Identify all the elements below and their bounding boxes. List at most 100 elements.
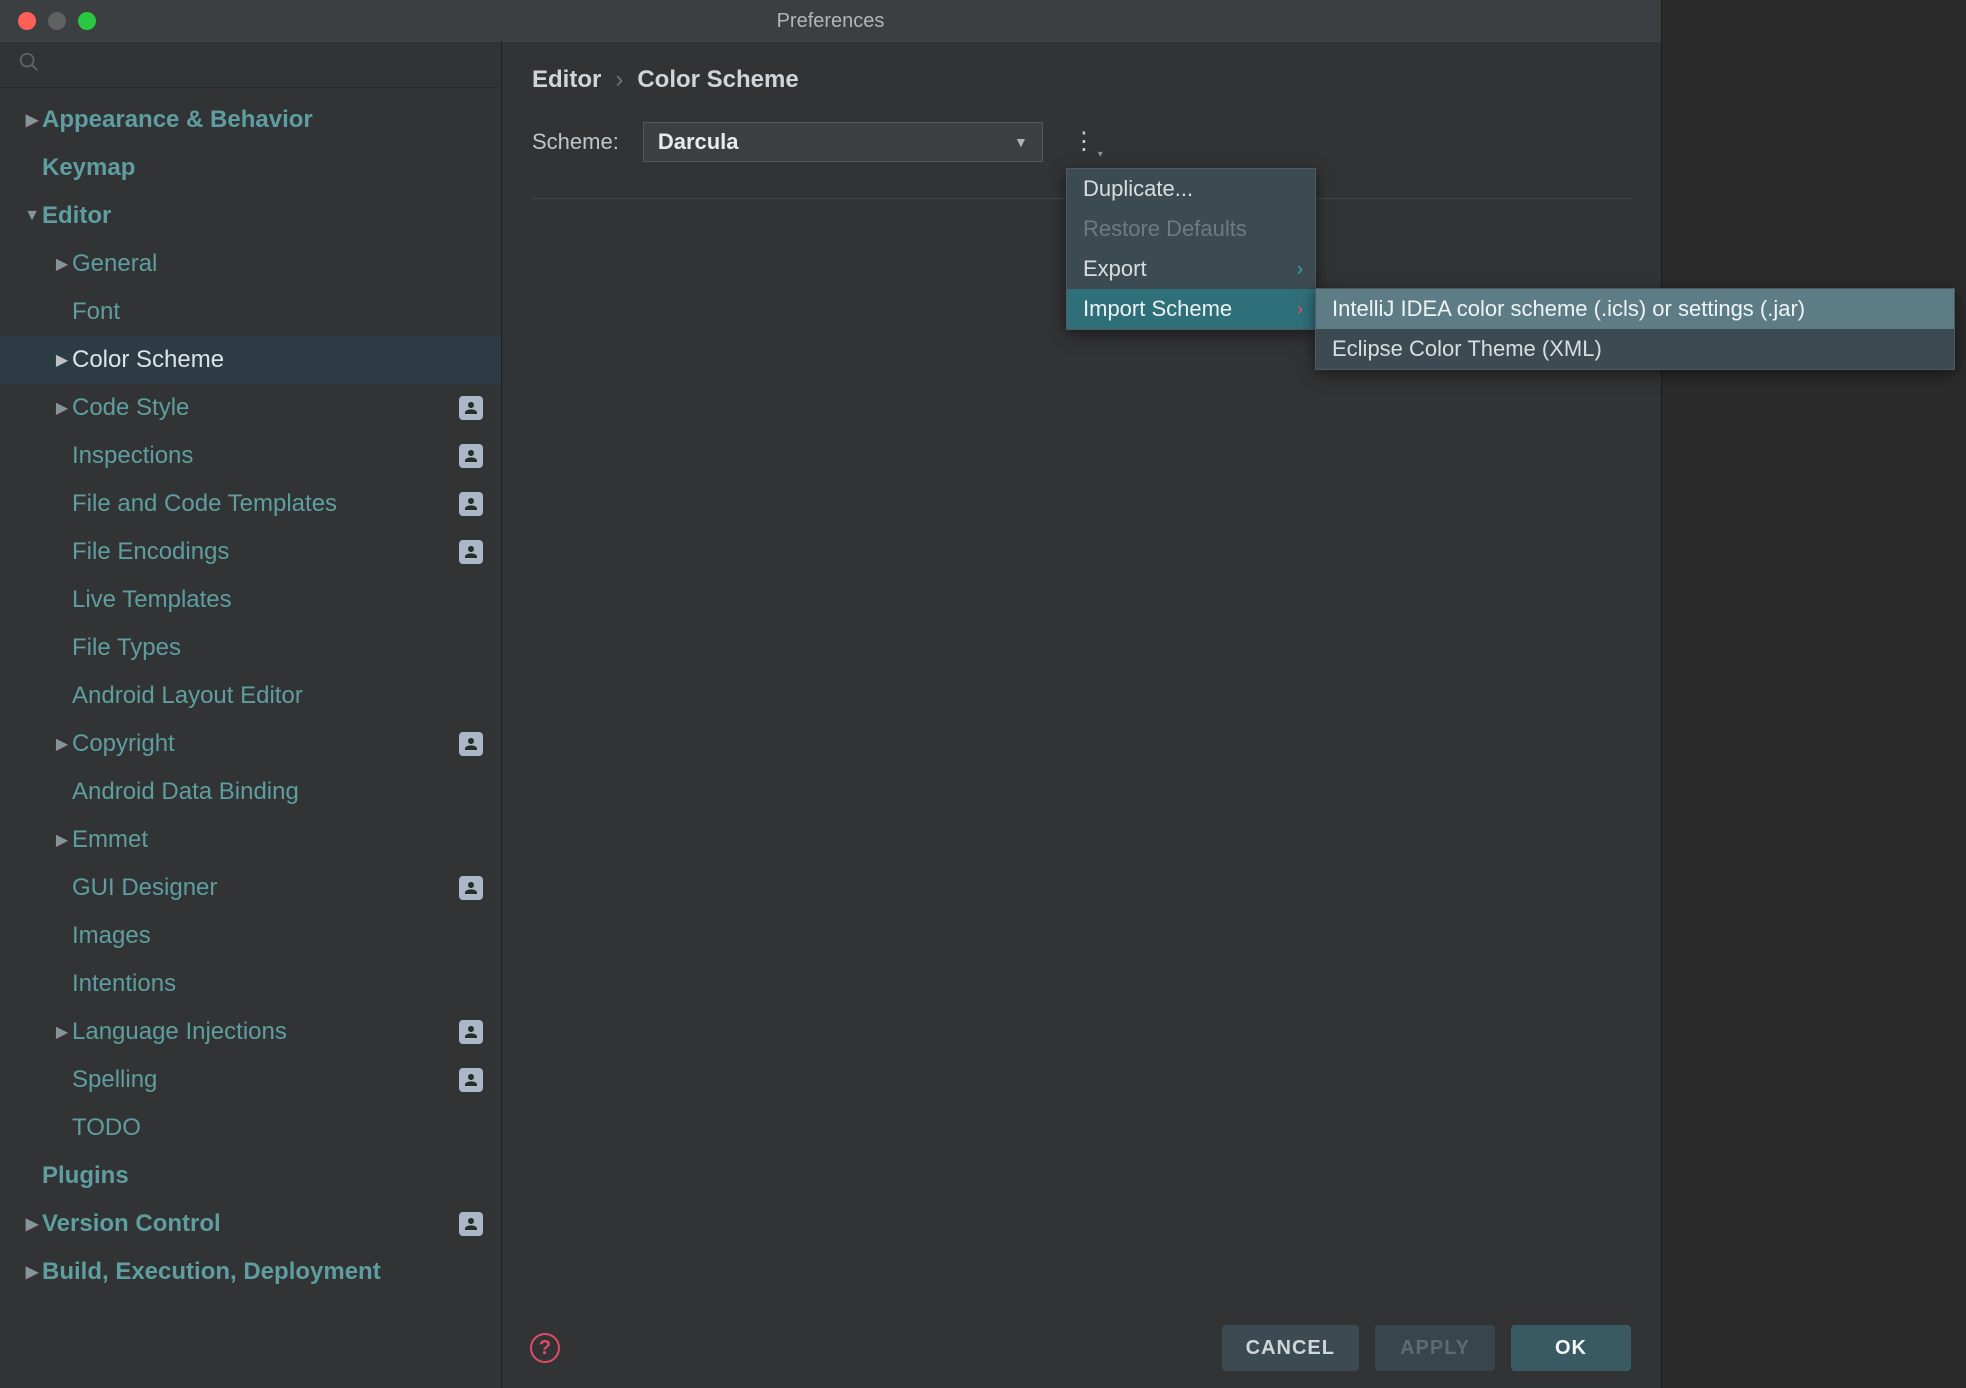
- tree-item[interactable]: ▶Emmet: [0, 816, 501, 864]
- chevron-right-icon: ▶: [52, 830, 72, 850]
- tree-item[interactable]: Plugins: [0, 1152, 501, 1200]
- chevron-right-icon: ▶: [22, 110, 42, 130]
- tree-item[interactable]: ▶Code Style: [0, 384, 501, 432]
- tree-item-label: Color Scheme: [72, 346, 501, 374]
- tree-item[interactable]: Intentions: [0, 960, 501, 1008]
- tree-item-label: Build, Execution, Deployment: [42, 1258, 501, 1286]
- tree-item-label: File and Code Templates: [72, 490, 459, 518]
- apply-button: APPLY: [1375, 1325, 1495, 1371]
- scheme-actions-button[interactable]: ⋮ ▾: [1067, 126, 1099, 158]
- tree-item-label: Appearance & Behavior: [42, 106, 501, 134]
- menu-item[interactable]: Export›: [1067, 249, 1315, 289]
- breadcrumb-leaf: Color Scheme: [637, 66, 798, 94]
- tree-item-label: Spelling: [72, 1066, 459, 1094]
- project-scope-icon: [459, 1068, 483, 1092]
- scheme-label: Scheme:: [532, 129, 619, 155]
- tree-item-label: Code Style: [72, 394, 459, 422]
- chevron-right-icon: ▶: [52, 1022, 72, 1042]
- tree-item-label: General: [72, 250, 501, 278]
- tree-item[interactable]: File Encodings: [0, 528, 501, 576]
- menu-item[interactable]: Eclipse Color Theme (XML): [1316, 329, 1954, 369]
- menu-item-label: Import Scheme: [1083, 296, 1232, 322]
- tree-item[interactable]: Inspections: [0, 432, 501, 480]
- tree-item[interactable]: File Types: [0, 624, 501, 672]
- tree-item[interactable]: Keymap: [0, 144, 501, 192]
- project-scope-icon: [459, 1212, 483, 1236]
- tree-item-label: Android Data Binding: [72, 778, 501, 806]
- project-scope-icon: [459, 876, 483, 900]
- tree-item-label: Images: [72, 922, 501, 950]
- chevron-right-icon: ▶: [22, 1262, 42, 1282]
- project-scope-icon: [459, 444, 483, 468]
- help-button[interactable]: ?: [530, 1333, 560, 1363]
- tree-item[interactable]: ▶Color Scheme: [0, 336, 501, 384]
- tree-item[interactable]: Android Layout Editor: [0, 672, 501, 720]
- tree-item[interactable]: ▶Version Control: [0, 1200, 501, 1248]
- menu-item[interactable]: IntelliJ IDEA color scheme (.icls) or se…: [1316, 289, 1954, 329]
- menu-item-label: Duplicate...: [1083, 176, 1193, 202]
- tree-item[interactable]: GUI Designer: [0, 864, 501, 912]
- chevron-right-icon: ▶: [52, 350, 72, 370]
- window-title: Preferences: [0, 10, 1661, 33]
- tree-item[interactable]: ▶Build, Execution, Deployment: [0, 1248, 501, 1296]
- gear-icon: ⋮: [1072, 137, 1094, 147]
- cancel-button[interactable]: CANCEL: [1222, 1325, 1359, 1371]
- chevron-down-icon: ▼: [22, 207, 42, 225]
- search-input[interactable]: [46, 53, 483, 76]
- menu-item[interactable]: Duplicate...: [1067, 169, 1315, 209]
- chevron-right-icon: ▶: [52, 398, 72, 418]
- tree-item[interactable]: ▼Editor: [0, 192, 501, 240]
- help-icon: ?: [539, 1337, 551, 1360]
- menu-item[interactable]: Import Scheme ›: [1067, 289, 1315, 329]
- maximize-window-button[interactable]: [78, 12, 96, 30]
- chevron-right-icon: ›: [1297, 299, 1303, 320]
- tree-item-label: Version Control: [42, 1210, 459, 1238]
- search-row: [0, 42, 501, 88]
- close-window-button[interactable]: [18, 12, 36, 30]
- tree-item-label: Live Templates: [72, 586, 501, 614]
- tree-item-label: Font: [72, 298, 501, 326]
- chevron-right-icon: ▶: [22, 1214, 42, 1234]
- chevron-right-icon: ›: [1297, 259, 1303, 280]
- tree-item[interactable]: Spelling: [0, 1056, 501, 1104]
- scheme-actions-menu: Duplicate...Restore DefaultsExport›Impor…: [1066, 168, 1316, 330]
- tree-item[interactable]: ▶General: [0, 240, 501, 288]
- tree-item-label: Plugins: [42, 1162, 501, 1190]
- sidebar: ▶Appearance & BehaviorKeymap▼Editor▶Gene…: [0, 42, 502, 1388]
- button-row: CANCEL APPLY OK: [1222, 1325, 1631, 1371]
- project-scope-icon: [459, 732, 483, 756]
- caret-icon: ▾: [1098, 149, 1103, 160]
- tree-item[interactable]: Live Templates: [0, 576, 501, 624]
- chevron-right-icon: ▶: [52, 734, 72, 754]
- titlebar: Preferences: [0, 0, 1661, 42]
- backdrop: [1662, 0, 1966, 1388]
- chevron-right-icon: ▶: [52, 254, 72, 274]
- breadcrumb-root[interactable]: Editor: [532, 66, 601, 94]
- menu-item-label: Restore Defaults: [1083, 216, 1247, 242]
- preferences-window: Preferences ▶Appearance & BehaviorKeymap…: [0, 0, 1662, 1388]
- tree-item[interactable]: Font: [0, 288, 501, 336]
- tree-item-label: GUI Designer: [72, 874, 459, 902]
- menu-item-label: Eclipse Color Theme (XML): [1332, 336, 1602, 362]
- breadcrumb: Editor › Color Scheme: [532, 66, 1631, 94]
- tree-item[interactable]: ▶Copyright: [0, 720, 501, 768]
- traffic-lights: [0, 12, 96, 30]
- tree-item[interactable]: ▶Language Injections: [0, 1008, 501, 1056]
- tree-item[interactable]: TODO: [0, 1104, 501, 1152]
- tree-item-label: File Encodings: [72, 538, 459, 566]
- import-scheme-submenu: IntelliJ IDEA color scheme (.icls) or se…: [1315, 288, 1955, 370]
- search-icon: [18, 51, 40, 79]
- tree-item-label: TODO: [72, 1114, 501, 1142]
- breadcrumb-sep: ›: [615, 66, 623, 94]
- tree-item[interactable]: ▶Appearance & Behavior: [0, 96, 501, 144]
- scheme-row: Scheme: Darcula ▼ ⋮ ▾: [532, 122, 1631, 162]
- minimize-window-button[interactable]: [48, 12, 66, 30]
- scheme-select[interactable]: Darcula ▼: [643, 122, 1043, 162]
- settings-tree: ▶Appearance & BehaviorKeymap▼Editor▶Gene…: [0, 88, 501, 1388]
- tree-item-label: Keymap: [42, 154, 501, 182]
- tree-item[interactable]: File and Code Templates: [0, 480, 501, 528]
- tree-item[interactable]: Android Data Binding: [0, 768, 501, 816]
- tree-item[interactable]: Images: [0, 912, 501, 960]
- ok-button[interactable]: OK: [1511, 1325, 1631, 1371]
- project-scope-icon: [459, 396, 483, 420]
